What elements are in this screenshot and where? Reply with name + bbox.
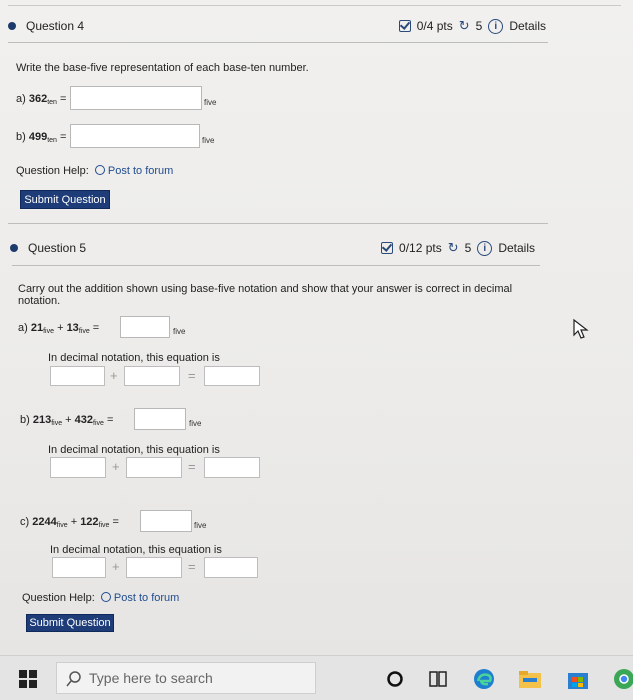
q5-b-decimal-addend1[interactable] — [50, 457, 106, 478]
search-icon — [66, 671, 81, 687]
q5-a-decimal-sum[interactable] — [204, 366, 260, 386]
q5-part-a-expr: a) 21five + 13five = — [18, 322, 100, 335]
retry-icon: ↻ — [447, 240, 459, 255]
taskbar-search-box[interactable]: Type here to search — [56, 662, 316, 694]
q5-b-unit: five — [189, 419, 202, 428]
q5-tries: 5 — [464, 241, 472, 255]
retry-icon: ↻ — [458, 18, 470, 33]
chrome-icon[interactable] — [612, 668, 633, 690]
section-divider — [8, 223, 548, 224]
q5-status-dot — [10, 244, 18, 252]
q4-submit-button[interactable]: Submit Question — [20, 190, 110, 209]
taskbar-search-placeholder: Type here to search — [89, 670, 213, 686]
q5-details-link[interactable]: Details — [498, 241, 535, 255]
q4-help-label: Question Help: — [16, 165, 89, 177]
q4-status-dot — [8, 22, 16, 30]
q5-c-decimal-addend1[interactable] — [52, 557, 106, 578]
q5-part-c-expr: c) 2244five + 122five = — [20, 516, 119, 529]
q4-help: Question Help: Post to forum — [16, 165, 173, 177]
info-icon[interactable]: i — [488, 18, 504, 34]
q5-c-decimal-addend2[interactable] — [126, 557, 182, 578]
q4-meta: 0/4 pts ↻ 5 i Details — [398, 18, 546, 34]
file-explorer-icon[interactable] — [518, 668, 542, 690]
q4-score: 0/4 pts — [416, 19, 453, 33]
q4-unit-a: five — [204, 98, 217, 107]
q5-meta: 0/12 pts ↻ 5 i Details — [381, 240, 535, 256]
q4-divider — [8, 42, 548, 43]
q5-divider — [12, 265, 540, 266]
q4-details-link[interactable]: Details — [509, 19, 546, 33]
q4-part-b-label: b) 499ten = — [16, 131, 67, 144]
store-icon[interactable] — [566, 667, 590, 691]
q4-title: Question 4 — [26, 19, 85, 33]
q5-header: Question 5 0/12 pts ↻ 5 i Details — [10, 240, 535, 256]
q4-answer-b-input[interactable] — [70, 124, 200, 148]
q5-b-decimal-addend2[interactable] — [126, 457, 182, 478]
windows-start-icon[interactable] — [18, 669, 38, 689]
plus-sign: + — [112, 559, 120, 574]
plus-sign: + — [110, 368, 118, 383]
q5-c-decimal-text: In decimal notation, this equation is — [50, 544, 222, 556]
assignment-page: Question 4 0/4 pts ↻ 5 i Details Write t… — [0, 0, 633, 655]
q5-b-decimal-text: In decimal notation, this equation is — [48, 444, 220, 456]
cortana-icon[interactable] — [386, 670, 404, 688]
q4-unit-b: five — [202, 136, 215, 145]
q5-part-b-expr: b) 213five + 432five = — [20, 414, 114, 427]
q5-a-decimal-text: In decimal notation, this equation is — [48, 352, 220, 364]
q4-part-a-label: a) 362ten = — [16, 93, 67, 106]
q5-help-label: Question Help: — [22, 592, 95, 604]
edge-browser-icon[interactable] — [472, 667, 496, 691]
score-check-icon — [398, 20, 411, 32]
q4-forum-link[interactable]: Post to forum — [94, 165, 173, 177]
task-view-icon[interactable] — [428, 669, 448, 689]
mouse-cursor-icon — [573, 318, 589, 339]
top-divider — [8, 0, 621, 6]
q5-forum-link[interactable]: Post to forum — [100, 592, 179, 604]
chat-bubble-icon — [94, 165, 105, 175]
q4-prompt: Write the base-five representation of ea… — [16, 62, 309, 74]
q5-c-unit: five — [194, 521, 207, 530]
info-icon[interactable]: i — [477, 240, 493, 256]
q5-prompt: Carry out the addition shown using base-… — [18, 283, 513, 307]
q5-b-decimal-sum[interactable] — [204, 457, 260, 478]
q5-a-unit: five — [173, 327, 186, 336]
plus-sign: + — [112, 459, 120, 474]
score-check-icon — [381, 242, 394, 254]
q4-header: Question 4 0/4 pts ↻ 5 i Details — [8, 18, 546, 34]
chat-bubble-icon — [100, 592, 111, 602]
q5-c-decimal-sum[interactable] — [204, 557, 258, 578]
q5-submit-button[interactable]: Submit Question — [26, 614, 114, 632]
q5-title: Question 5 — [28, 241, 87, 255]
q4-tries: 5 — [475, 19, 483, 33]
q5-c-sum-input[interactable] — [140, 510, 192, 532]
equals-sign: = — [188, 368, 196, 383]
q5-help: Question Help: Post to forum — [22, 592, 179, 604]
q5-a-decimal-addend1[interactable] — [50, 366, 105, 386]
q5-score: 0/12 pts — [399, 241, 442, 255]
windows-taskbar: Type here to search — [0, 655, 633, 700]
q5-a-sum-input[interactable] — [120, 316, 170, 338]
equals-sign: = — [188, 559, 196, 574]
equals-sign: = — [188, 459, 196, 474]
q5-b-sum-input[interactable] — [134, 408, 186, 430]
q5-a-decimal-addend2[interactable] — [124, 366, 180, 386]
q4-answer-a-input[interactable] — [70, 86, 202, 110]
